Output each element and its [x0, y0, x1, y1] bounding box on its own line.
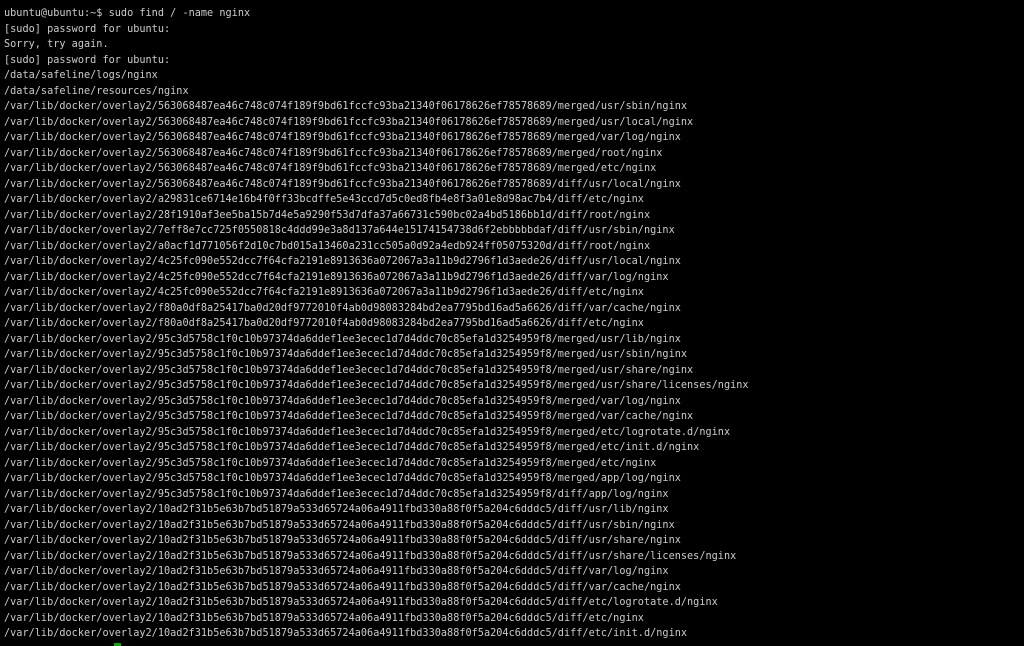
- output-line: /data/safeline/resources/nginx: [4, 85, 189, 97]
- output-line: /var/lib/docker/overlay2/10ad2f31b5e63b7…: [4, 597, 718, 608]
- output-line: /var/lib/docker/overlay2/10ad2f31b5e63b7…: [4, 519, 675, 531]
- output-line: /var/lib/docker/overlay2/10ad2f31b5e63b7…: [4, 504, 669, 515]
- output-line: /var/lib/docker/overlay2/10ad2f31b5e63b7…: [4, 550, 737, 562]
- output-line: /var/lib/docker/overlay2/10ad2f31b5e63b7…: [4, 535, 681, 546]
- output-line: /var/lib/docker/overlay2/95c3d5758c1f0c1…: [4, 473, 681, 484]
- output-line: /var/lib/docker/overlay2/563068487ea46c7…: [4, 132, 681, 143]
- output-line: /var/lib/docker/overlay2/95c3d5758c1f0c1…: [4, 349, 688, 360]
- output-line: /var/lib/docker/overlay2/95c3d5758c1f0c1…: [4, 395, 681, 407]
- output-line: /var/lib/docker/overlay2/95c3d5758c1f0c1…: [4, 380, 749, 391]
- output-line: /data/safeline/logs/nginx: [4, 70, 158, 81]
- output-line: /var/lib/docker/overlay2/f80a0df8a25417b…: [4, 318, 644, 329]
- output-line: /var/lib/docker/overlay2/10ad2f31b5e63b7…: [4, 581, 681, 593]
- output-line: /var/lib/docker/overlay2/563068487ea46c7…: [4, 116, 694, 128]
- output-line: Sorry, try again.: [4, 39, 109, 50]
- output-line: /var/lib/docker/overlay2/10ad2f31b5e63b7…: [4, 566, 669, 577]
- output-line: /var/lib/docker/overlay2/10ad2f31b5e63b7…: [4, 612, 644, 624]
- output-line: /var/lib/docker/overlay2/563068487ea46c7…: [4, 163, 657, 174]
- output-line: /var/lib/docker/overlay2/4c25fc090e552dc…: [4, 256, 681, 267]
- output-line: /var/lib/docker/overlay2/a29831ce6714e16…: [4, 194, 644, 205]
- output-line: /var/lib/docker/overlay2/95c3d5758c1f0c1…: [4, 426, 731, 438]
- output-line: /var/lib/docker/overlay2/95c3d5758c1f0c1…: [4, 488, 669, 500]
- output-line: /var/lib/docker/overlay2/563068487ea46c7…: [4, 147, 663, 159]
- output-line: /var/lib/docker/overlay2/95c3d5758c1f0c1…: [4, 457, 657, 469]
- output-line: /var/lib/docker/overlay2/4c25fc090e552dc…: [4, 287, 644, 298]
- output-line: /var/lib/docker/overlay2/95c3d5758c1f0c1…: [4, 333, 681, 345]
- output-line: /var/lib/docker/overlay2/95c3d5758c1f0c1…: [4, 364, 694, 376]
- output-line: [sudo] password for ubuntu:: [4, 54, 171, 66]
- output-line: /var/lib/docker/overlay2/10ad2f31b5e63b7…: [4, 628, 688, 639]
- output-line: /var/lib/docker/overlay2/f80a0df8a25417b…: [4, 302, 681, 314]
- output-line: /var/lib/docker/overlay2/563068487ea46c7…: [4, 178, 681, 190]
- output-line: /var/lib/docker/overlay2/95c3d5758c1f0c1…: [4, 411, 694, 422]
- output-line: /var/lib/docker/overlay2/95c3d5758c1f0c1…: [4, 442, 700, 453]
- output-line: /var/lib/docker/overlay2/a0acf1d771056f2…: [4, 240, 651, 252]
- output-line: [sudo] password for ubuntu:: [4, 23, 171, 35]
- output-line: /var/lib/docker/overlay2/4c25fc090e552dc…: [4, 271, 669, 283]
- output-line: /var/lib/docker/overlay2/28f1910af3ee5ba…: [4, 209, 651, 221]
- terminal-window[interactable]: ubuntu@ubuntu:~$ sudo find / -name nginx…: [0, 0, 1024, 646]
- prompt-command-line: ubuntu@ubuntu:~$ sudo find / -name nginx: [4, 8, 251, 19]
- output-line: /var/lib/docker/overlay2/7eff8e7cc725f05…: [4, 225, 675, 236]
- terminal-output: ubuntu@ubuntu:~$ sudo find / -name nginx…: [4, 6, 1024, 642]
- output-line: /var/lib/docker/overlay2/563068487ea46c7…: [4, 101, 688, 112]
